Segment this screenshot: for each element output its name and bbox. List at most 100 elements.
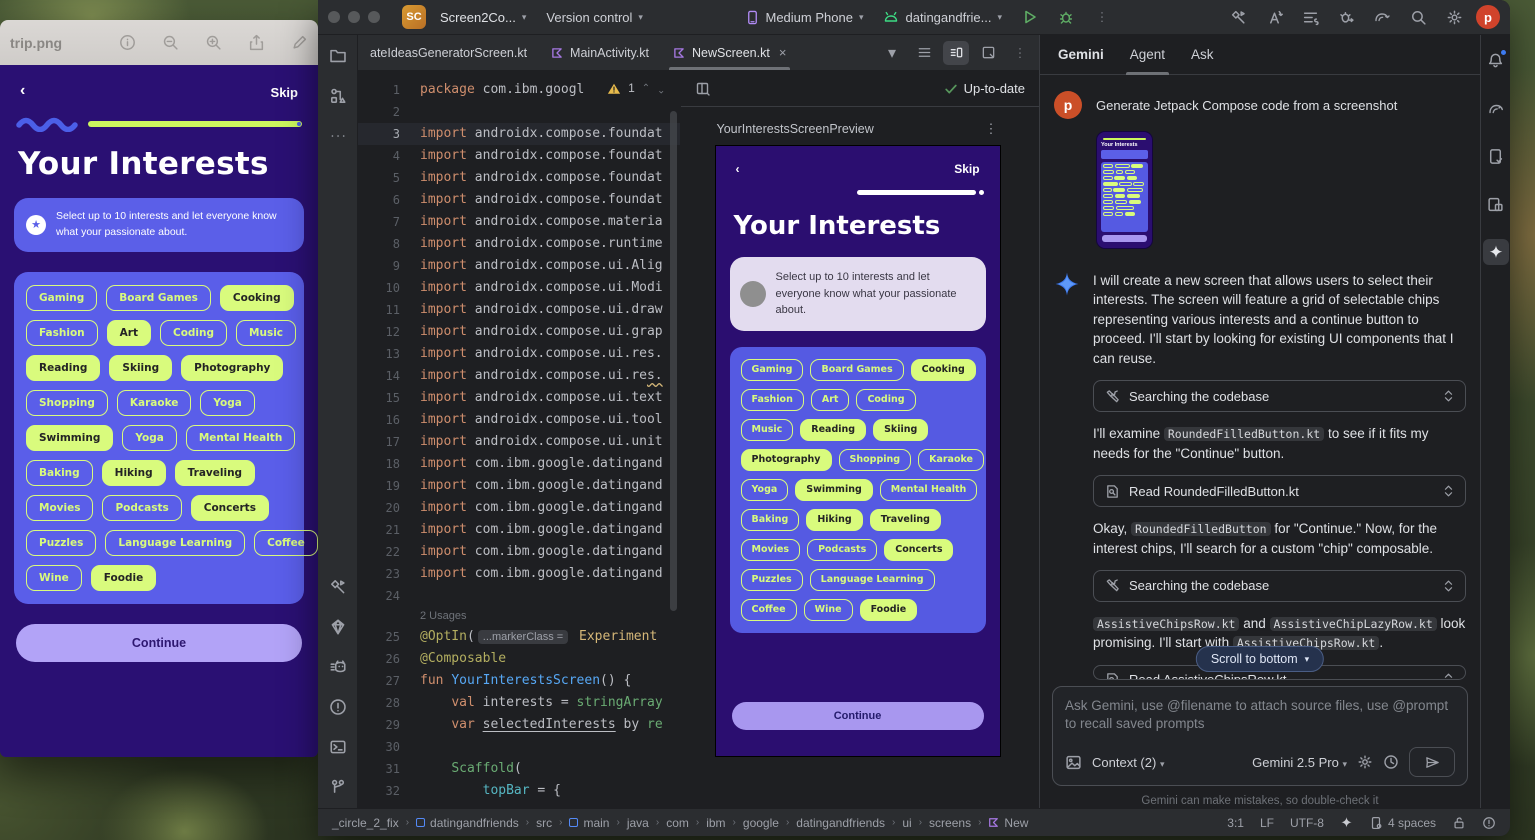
context-selector[interactable]: Context (2) ▾ — [1092, 755, 1164, 770]
tab-agent[interactable]: Agent — [1130, 35, 1165, 75]
code-line-32[interactable]: 32 topBar = { — [358, 780, 680, 802]
zoom-in-icon[interactable] — [205, 34, 222, 51]
ui-check-icon[interactable] — [695, 81, 711, 97]
file-encoding[interactable]: UTF-8 — [1290, 816, 1324, 830]
gemini-status-icon[interactable] — [1340, 816, 1353, 829]
problems-icon[interactable] — [325, 694, 351, 720]
attach-image-icon[interactable] — [1065, 754, 1082, 771]
breadcrumb-google[interactable]: google — [743, 816, 779, 830]
todo-list-icon[interactable] — [1296, 3, 1324, 31]
sync-project-icon[interactable] — [1260, 3, 1288, 31]
code-line-5[interactable]: 5import androidx.compose.foundat — [358, 167, 680, 189]
more-tool-windows-icon[interactable] — [325, 123, 351, 149]
settings-gear-icon[interactable] — [1440, 3, 1468, 31]
project-widget[interactable]: Screen2Co...▾ — [434, 6, 532, 29]
search-everywhere-icon[interactable] — [1404, 3, 1432, 31]
code-editor[interactable]: 1package com.ibm.googl23import androidx.… — [358, 71, 680, 808]
build-tool-icon[interactable] — [325, 574, 351, 600]
prev-issue-icon[interactable]: ⌃ — [642, 83, 650, 94]
terminal-icon[interactable] — [325, 734, 351, 760]
gemini-tool-icon[interactable] — [1483, 239, 1509, 265]
code-line-7[interactable]: 7import androidx.compose.materia — [358, 211, 680, 233]
notifications-status-icon[interactable] — [1482, 816, 1496, 830]
notifications-bell-icon[interactable] — [1483, 47, 1509, 73]
profiler-icon[interactable] — [1332, 3, 1360, 31]
code-line-22[interactable]: 22import com.ibm.google.datingand — [358, 541, 680, 563]
editor-tab-newscreen-kt[interactable]: NewScreen.kt× — [661, 35, 798, 70]
editor-tab-mainactivity-kt[interactable]: MainActivity.kt — [539, 35, 661, 70]
device-manager-icon[interactable] — [325, 614, 351, 640]
info-icon[interactable] — [119, 34, 136, 51]
code-line-4[interactable]: 4import androidx.compose.foundat — [358, 145, 680, 167]
breadcrumb-datingandfriends[interactable]: datingandfriends — [416, 816, 519, 830]
history-icon[interactable] — [1383, 754, 1399, 770]
editor-scrollbar[interactable] — [670, 111, 677, 611]
gemini-settings-icon[interactable] — [1357, 754, 1373, 770]
split-view-icon[interactable] — [943, 41, 969, 65]
zoom-out-icon[interactable] — [162, 34, 179, 51]
breadcrumb-main[interactable]: main — [569, 816, 609, 830]
code-line-14[interactable]: 14import androidx.compose.ui.res. — [358, 365, 680, 387]
code-line-21[interactable]: 21import com.ibm.google.datingand — [358, 519, 680, 541]
code-view-icon[interactable] — [911, 41, 937, 65]
git-icon[interactable] — [325, 774, 351, 800]
code-line-26[interactable]: 26@Composable — [358, 648, 680, 670]
expand-collapse-icon[interactable] — [1443, 672, 1454, 680]
code-line-16[interactable]: 16import androidx.compose.ui.tool — [358, 409, 680, 431]
breadcrumb-ibm[interactable]: ibm — [706, 816, 725, 830]
code-line-23[interactable]: 23import com.ibm.google.datingand — [358, 563, 680, 585]
expand-collapse-icon[interactable] — [1443, 389, 1454, 403]
debug-button[interactable] — [1052, 3, 1080, 31]
user-avatar[interactable]: p — [1476, 5, 1500, 29]
code-line-24[interactable]: 24 — [358, 585, 680, 607]
project-tool-icon[interactable] — [325, 43, 351, 69]
code-line-10[interactable]: 10import androidx.compose.ui.Modi — [358, 277, 680, 299]
tool-call-read-roundedfilledbutton-kt[interactable]: Read RoundedFilledButton.kt — [1093, 475, 1466, 507]
code-line-30[interactable]: 30 — [358, 736, 680, 758]
tool-call-searching-the-codebase[interactable]: Searching the codebase — [1093, 570, 1466, 602]
code-line-8[interactable]: 8import androidx.compose.runtime — [358, 233, 680, 255]
code-line-2[interactable]: 2 — [358, 101, 680, 123]
gradle-tool-icon[interactable] — [1483, 95, 1509, 121]
code-line-25[interactable]: 25@OptIn(...markerClass = Experiment — [358, 626, 680, 648]
tab-list-chevron-icon[interactable]: ▾ — [879, 41, 905, 65]
send-button[interactable] — [1409, 747, 1455, 777]
device-selector[interactable]: Medium Phone▾ — [739, 6, 870, 29]
device-mirroring-icon[interactable] — [1483, 191, 1509, 217]
breadcrumb-new[interactable]: New — [988, 816, 1028, 830]
code-line-18[interactable]: 18import com.ibm.google.datingand — [358, 453, 680, 475]
code-line-13[interactable]: 13import androidx.compose.ui.res. — [358, 343, 680, 365]
resource-manager-icon[interactable] — [325, 83, 351, 109]
code-line-15[interactable]: 15import androidx.compose.ui.text — [358, 387, 680, 409]
gradle-sync-icon[interactable] — [1368, 3, 1396, 31]
close-tab-icon[interactable]: × — [779, 45, 787, 60]
gemini-input-box[interactable]: Ask Gemini, use @filename to attach sour… — [1052, 686, 1468, 786]
markup-icon[interactable] — [291, 34, 308, 51]
screenshot-attachment[interactable]: Your Interests — [1096, 131, 1153, 249]
build-icon[interactable] — [1224, 3, 1252, 31]
running-devices-icon[interactable] — [1483, 143, 1509, 169]
expand-collapse-icon[interactable] — [1443, 579, 1454, 593]
breadcrumb--circle-2-fix[interactable]: _circle_2_fix — [332, 816, 399, 830]
expand-collapse-icon[interactable] — [1443, 484, 1454, 498]
breadcrumb-ui[interactable]: ui — [902, 816, 911, 830]
scroll-to-bottom-button[interactable]: Scroll to bottom ▾ — [1196, 646, 1324, 672]
indent-setting[interactable]: 4 spaces — [1369, 816, 1436, 830]
caret-position[interactable]: 3:1 — [1227, 816, 1244, 830]
line-separator[interactable]: LF — [1260, 816, 1274, 830]
code-line-11[interactable]: 11import androidx.compose.ui.draw — [358, 299, 680, 321]
editor-options-icon[interactable] — [1007, 41, 1033, 65]
design-view-icon[interactable] — [975, 41, 1001, 65]
window-controls[interactable] — [328, 11, 380, 23]
code-line-28[interactable]: 28 val interests = stringArray — [358, 692, 680, 714]
breadcrumb-com[interactable]: com — [666, 816, 689, 830]
breadcrumb-screens[interactable]: screens — [929, 816, 971, 830]
code-line-31[interactable]: 31 Scaffold( — [358, 758, 680, 780]
code-line-20[interactable]: 20import com.ibm.google.datingand — [358, 497, 680, 519]
breadcrumb-datingandfriends[interactable]: datingandfriends — [796, 816, 885, 830]
code-line-3[interactable]: 3import androidx.compose.foundat — [358, 123, 680, 145]
run-button[interactable] — [1016, 3, 1044, 31]
preview-menu-icon[interactable]: ⋮ — [985, 121, 999, 137]
code-line-9[interactable]: 9import androidx.compose.ui.Alig — [358, 255, 680, 277]
code-line-12[interactable]: 12import androidx.compose.ui.grap — [358, 321, 680, 343]
